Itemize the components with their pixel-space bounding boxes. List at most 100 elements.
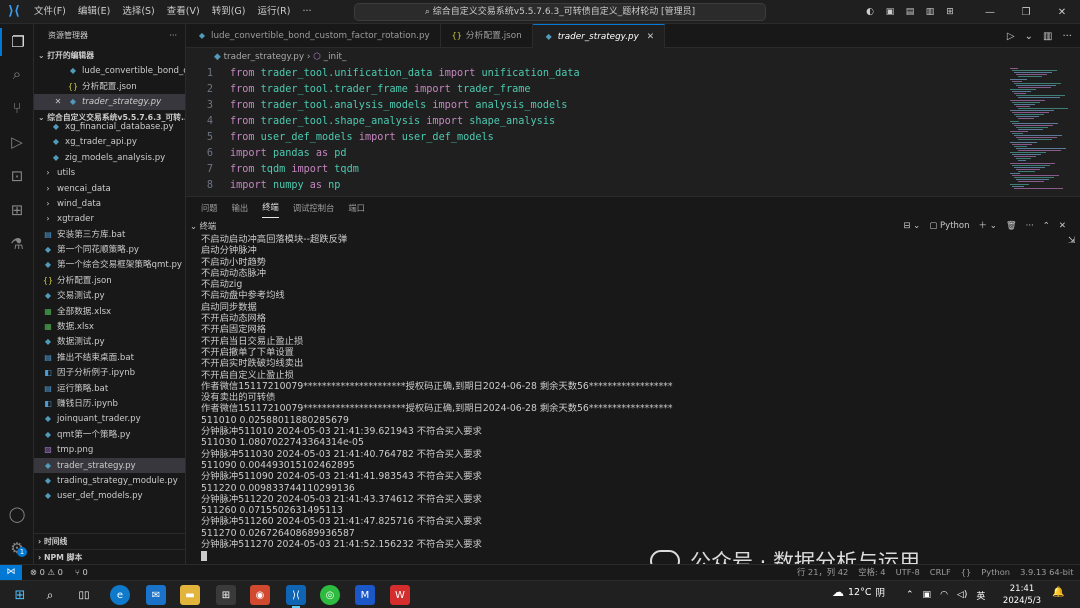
language-mode[interactable]: Python xyxy=(981,565,1010,580)
terminal-output[interactable]: 不启动启动冲高回落模块--超跌反弹 启动分钟脉冲 不启动小时趋势 不启动动态脉冲 不启动… xyxy=(186,234,1066,564)
editor-tab[interactable]: ◆ trader_strategy.py ✕ xyxy=(532,24,666,48)
menu-item[interactable]: 编辑(E) xyxy=(72,0,116,24)
python-terminal-icon[interactable]: ▢ Python xyxy=(929,218,969,234)
panel-tab[interactable]: 输出 xyxy=(232,197,249,219)
testing-icon[interactable]: ⚗ xyxy=(0,230,34,258)
network-icon[interactable]: ◠ xyxy=(940,590,948,600)
file-item[interactable]: ◆ 数据测试.py xyxy=(34,334,185,349)
folder-item[interactable]: › wencai_data xyxy=(34,181,185,196)
open-editor-item[interactable]: {} 分析配置.json xyxy=(34,79,185,94)
store-icon[interactable]: ⊞ xyxy=(216,585,236,605)
file-item[interactable]: ◧ 赚钱日历.ipynb xyxy=(34,396,185,411)
folder-item[interactable]: › wind_data xyxy=(34,196,185,211)
open-editor-item[interactable]: ◆ lude_convertible_bond_c... xyxy=(34,63,185,78)
notification-bell-icon[interactable]: 🔔 xyxy=(1052,587,1064,598)
panel-tab[interactable]: 终端 xyxy=(262,197,279,218)
file-item[interactable]: ▦ 全部数据.xlsx xyxy=(34,304,185,319)
menu-item[interactable]: ··· xyxy=(296,0,317,24)
tray-app-icon[interactable]: ▣ xyxy=(923,590,932,600)
file-item[interactable]: ◆ trading_strategy_module.py xyxy=(34,473,185,488)
run-dropdown-icon[interactable]: ⌄ xyxy=(1025,31,1033,42)
terminal-sticky-icon[interactable]: ⇲ xyxy=(1068,236,1076,246)
breadcrumb-symbol[interactable]: _init_ xyxy=(324,52,347,62)
editor-tab[interactable]: {} 分析配置.json xyxy=(441,24,533,48)
weather-widget[interactable]: ☁ 12°C 阴 xyxy=(832,585,885,599)
close-tab-icon[interactable]: ✕ xyxy=(647,32,654,42)
file-item[interactable]: ◆ trader_strategy.py xyxy=(34,457,185,473)
kill-terminal-icon[interactable]: 🗑 xyxy=(1006,218,1017,234)
app-red-icon[interactable]: ◉ xyxy=(250,585,270,605)
maximize-panel-icon[interactable]: ⌃ xyxy=(1043,218,1050,234)
account-icon[interactable]: ◯ xyxy=(0,500,34,528)
indentation[interactable]: 空格: 4 xyxy=(858,565,885,580)
source-control-icon[interactable]: ⑂ xyxy=(0,94,34,122)
file-item[interactable]: ◆ xg_financial_database.py xyxy=(34,119,185,134)
volume-icon[interactable]: ◁) xyxy=(957,590,967,600)
menu-item[interactable]: 运行(R) xyxy=(251,0,296,24)
split-editor-icon[interactable]: ▥ xyxy=(1043,31,1052,42)
clock[interactable]: 21:41 2024/5/3 xyxy=(1002,583,1042,607)
file-explorer-icon[interactable]: ▬ xyxy=(180,585,200,605)
folder-item[interactable]: › xgtrader xyxy=(34,211,185,226)
file-item[interactable]: ▤ 安装第三方库.bat xyxy=(34,227,185,242)
problems-count[interactable]: ⊗ 0 ⚠ 0 xyxy=(30,565,63,580)
wps-icon[interactable]: W xyxy=(390,585,410,605)
file-item[interactable]: ◆ 第一个同花顺策略.py xyxy=(34,242,185,257)
cursor-position[interactable]: 行 21，列 42 xyxy=(797,565,848,580)
file-item[interactable]: ◆ joinquant_trader.py xyxy=(34,411,185,426)
open-editors-header[interactable]: ⌄ 打开的编辑器 xyxy=(34,48,185,63)
file-item[interactable]: ◆ user_def_models.py xyxy=(34,488,185,503)
more-terminal-actions-icon[interactable]: ··· xyxy=(1026,218,1034,234)
edge-browser-icon[interactable]: e xyxy=(110,585,130,605)
toggle-sidebar-icon[interactable]: ▣ xyxy=(880,7,900,17)
terminal-prompt[interactable] xyxy=(201,550,1066,561)
run-debug-icon[interactable]: ▷ xyxy=(0,128,34,156)
copilot-icon[interactable]: ◐ xyxy=(860,7,880,17)
file-item[interactable]: ▤ 运行策略.bat xyxy=(34,381,185,396)
file-item[interactable]: ▨ tmp.png xyxy=(34,442,185,457)
close-window-icon[interactable]: ✕ xyxy=(1044,7,1080,18)
more-actions-icon[interactable]: ··· xyxy=(169,24,177,48)
file-item[interactable]: ◆ 交易测试.py xyxy=(34,288,185,303)
wechat-taskbar-icon[interactable]: ◎ xyxy=(320,585,340,605)
file-item[interactable]: ▦ 数据.xlsx xyxy=(34,319,185,334)
editor-scrollbar[interactable] xyxy=(1068,66,1080,196)
line-ending[interactable]: CRLF xyxy=(930,565,951,580)
timeline-section[interactable]: › 时间线 xyxy=(34,533,185,548)
panel-tab[interactable]: 端口 xyxy=(348,197,365,219)
windows-start-icon[interactable]: ⊞ xyxy=(10,585,30,605)
more-editor-actions-icon[interactable]: ··· xyxy=(1062,31,1072,42)
ime-indicator[interactable]: 英 xyxy=(976,589,985,602)
menu-item[interactable]: 转到(G) xyxy=(206,0,252,24)
file-item[interactable]: ▤ 推出不结束桌面.bat xyxy=(34,350,185,365)
customize-layout-icon[interactable]: ⊞ xyxy=(940,7,960,17)
file-item[interactable]: ◧ 因子分析例子.ipynb xyxy=(34,365,185,380)
npm-scripts-section[interactable]: › NPM 脚本 xyxy=(34,548,185,564)
restore-icon[interactable]: ❐ xyxy=(1008,7,1044,18)
close-panel-icon[interactable]: ✕ xyxy=(1059,218,1066,234)
search-icon[interactable]: ⌕ xyxy=(40,585,60,605)
editor-tab[interactable]: ◆ lude_convertible_bond_custom_factor_rot… xyxy=(186,24,441,48)
toggle-panel-icon[interactable]: ▤ xyxy=(900,7,920,17)
minimap[interactable] xyxy=(1006,66,1069,196)
vscode-taskbar-icon[interactable]: ⟩⟨ xyxy=(286,585,306,608)
file-item[interactable]: ◆ qmt第一个策略.py xyxy=(34,427,185,442)
folder-item[interactable]: › utils xyxy=(34,165,185,180)
code-editor[interactable]: 1 from trader_tool.unification_data impor… xyxy=(186,66,1006,196)
menu-item[interactable]: 文件(F) xyxy=(28,0,72,24)
split-terminal-icon[interactable]: ⊟ ⌄ xyxy=(903,218,920,234)
explorer-icon[interactable]: ❐ xyxy=(0,28,34,56)
panel-tab[interactable]: 问题 xyxy=(201,197,218,219)
remote-indicator-icon[interactable]: ⋈ xyxy=(0,565,22,580)
search-view-icon[interactable]: ⌕ xyxy=(0,60,34,88)
command-center[interactable]: ⌕ 综合自定义交易系统v5.5.7.6.3_可转债自定义_题材轮动 [管理员] xyxy=(354,3,766,21)
python-interpreter[interactable]: 3.9.13 64-bit xyxy=(1020,565,1073,580)
tray-overflow-icon[interactable]: ⌃ xyxy=(906,590,914,600)
remote-explorer-icon[interactable]: ⊡ xyxy=(0,162,34,190)
mail-icon[interactable]: ✉ xyxy=(146,585,166,605)
new-terminal-icon[interactable]: ＋ ⌄ xyxy=(979,218,997,234)
menu-item[interactable]: 选择(S) xyxy=(116,0,160,24)
app-blue-icon[interactable]: M xyxy=(355,585,375,605)
ports-count[interactable]: ⑂ 0 xyxy=(75,565,88,580)
open-editor-item[interactable]: ✕ ◆ trader_strategy.py xyxy=(34,94,185,110)
